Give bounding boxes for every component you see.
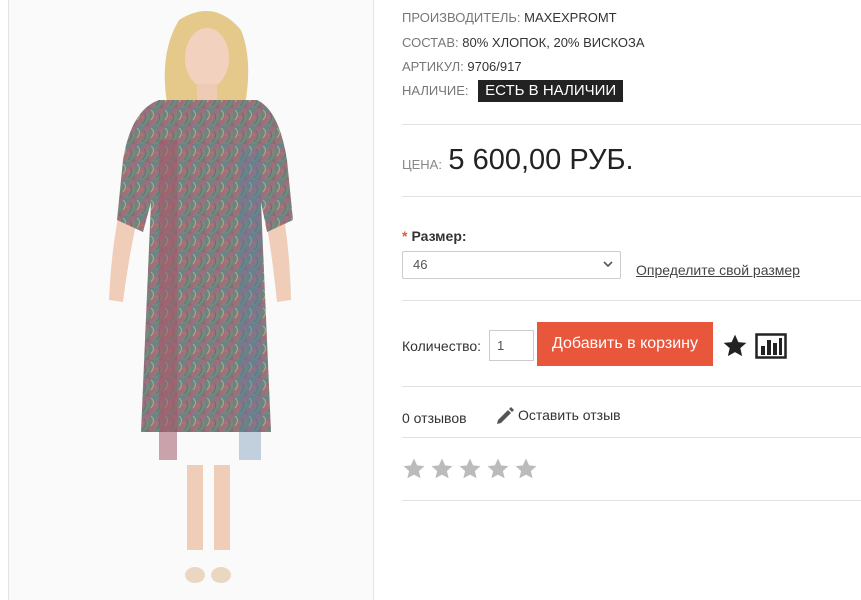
price-row: ЦЕНА: 5 600,00 РУБ.	[402, 144, 634, 177]
divider	[402, 124, 861, 125]
availability-label: НАЛИЧИЕ:	[402, 83, 469, 98]
availability-row: НАЛИЧИЕ: ЕСТЬ В НАЛИЧИИ	[402, 80, 624, 102]
quantity-label: Количество:	[402, 338, 482, 354]
size-label-text: Размер:	[411, 228, 467, 244]
size-guide-link[interactable]: Определите свой размер	[636, 262, 800, 278]
star-rating-icon[interactable]	[514, 457, 538, 481]
write-review-label: Оставить отзыв	[518, 407, 621, 423]
sku-value: 9706/917	[467, 59, 522, 74]
manufacturer-value[interactable]: MAXEXPROMT	[524, 10, 616, 25]
star-rating-icon[interactable]	[486, 457, 510, 481]
divider	[402, 386, 861, 387]
composition-value: 80% ХЛОПОК, 20% ВИСКОЗА	[462, 35, 645, 50]
sku-label: АРТИКУЛ:	[402, 59, 464, 74]
rating-stars	[402, 457, 542, 486]
star-rating-icon[interactable]	[458, 457, 482, 481]
product-image[interactable]	[8, 0, 374, 600]
quantity-input[interactable]: 1	[489, 330, 534, 361]
required-mark: *	[402, 228, 408, 244]
divider	[402, 437, 861, 438]
manufacturer-label: ПРОИЗВОДИТЕЛЬ:	[402, 10, 521, 25]
chevron-down-icon	[602, 252, 614, 287]
bar-chart-icon[interactable]	[755, 333, 787, 359]
availability-badge: ЕСТЬ В НАЛИЧИИ	[478, 80, 624, 102]
reviews-count[interactable]: 0 отзывов	[402, 410, 467, 426]
star-icon[interactable]	[722, 333, 748, 359]
manufacturer-row: ПРОИЗВОДИТЕЛЬ: MAXEXPROMT	[402, 7, 617, 29]
price-value: 5 600,00 РУБ.	[448, 144, 634, 176]
star-rating-icon[interactable]	[402, 457, 426, 481]
size-select[interactable]: 46	[402, 251, 621, 279]
add-to-cart-button[interactable]: Добавить в корзину	[537, 322, 713, 366]
star-rating-icon[interactable]	[430, 457, 454, 481]
divider	[402, 300, 861, 301]
divider	[402, 500, 861, 501]
dress-photo	[109, 11, 293, 583]
pencil-icon	[497, 407, 514, 424]
size-label: * Размер:	[402, 228, 467, 244]
composition-label: СОСТАВ:	[402, 35, 459, 50]
price-label: ЦЕНА:	[402, 157, 442, 172]
composition-row: СОСТАВ: 80% ХЛОПОК, 20% ВИСКОЗА	[402, 32, 645, 54]
sku-row: АРТИКУЛ: 9706/917	[402, 56, 522, 78]
size-selected-value: 46	[413, 257, 428, 272]
divider	[402, 196, 861, 197]
write-review-link[interactable]: Оставить отзыв	[494, 404, 621, 426]
